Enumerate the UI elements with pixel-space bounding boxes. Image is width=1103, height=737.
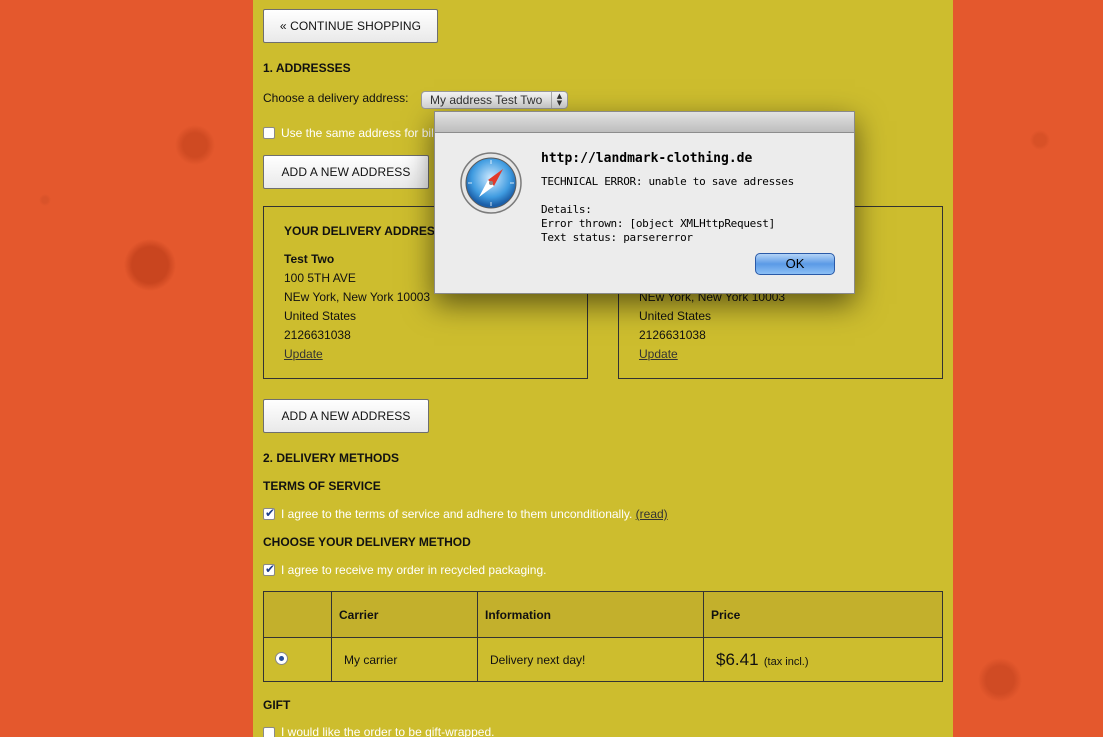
carrier-price-cell: $6.41 (tax incl.) (703, 637, 943, 682)
add-address-button-2[interactable]: ADD A NEW ADDRESS (263, 399, 429, 433)
delivery-address-city: NEw York, New York 10003 (284, 290, 431, 304)
terms-read-link[interactable]: (read) (636, 507, 668, 521)
header-price: Price (703, 591, 943, 638)
header-select (263, 591, 332, 638)
delivery-methods-heading: 2. DELIVERY METHODS (263, 451, 400, 465)
delivery-address-phone: 2126631038 (284, 328, 351, 342)
carrier-table-header: Carrier Information Price (263, 591, 943, 638)
billing-address-phone: 2126631038 (639, 328, 706, 342)
recycled-checkbox[interactable] (263, 562, 275, 576)
carrier-price: $6.41 (716, 649, 759, 669)
error-alert-dialog: http://landmark-clothing.de TECHNICAL ER… (434, 111, 855, 294)
choose-address-label: Choose a delivery address: (263, 91, 409, 105)
delivery-address-select[interactable]: My address Test Two ▲ ▼ (421, 91, 568, 109)
dialog-error-thrown: Error thrown: [object XMLHttpRequest] (541, 217, 775, 230)
carrier-radio-cell[interactable] (263, 637, 332, 682)
dialog-titlebar (435, 112, 854, 133)
terms-heading: TERMS OF SERVICE (263, 479, 381, 493)
dialog-details-label: Details: (541, 203, 592, 216)
select-arrows-icon: ▲ ▼ (551, 92, 567, 108)
selected-address-value: My address Test Two (430, 93, 543, 107)
dialog-text-status: Text status: parsererror (541, 231, 693, 244)
billing-address-country: United States (639, 309, 712, 323)
delivery-address-name: Test Two (284, 252, 335, 266)
continue-shopping-button[interactable]: « CONTINUE SHOPPING (263, 9, 438, 43)
ok-button[interactable]: OK (755, 253, 835, 275)
carrier-table: Carrier Information Price My carrier Del… (263, 591, 943, 682)
same-address-checkbox[interactable] (263, 127, 275, 139)
gift-label: I would like the order to be gift-wrappe… (281, 725, 495, 737)
addresses-heading: 1. ADDRESSES (263, 61, 351, 75)
carrier-information: Delivery next day! (477, 637, 704, 682)
dialog-error: TECHNICAL ERROR: unable to save adresses (541, 175, 794, 188)
delivery-method-heading: CHOOSE YOUR DELIVERY METHOD (263, 535, 471, 549)
delivery-address-title: YOUR DELIVERY ADDRESS (284, 224, 443, 238)
same-address-label: Use the same address for billing. (281, 126, 456, 140)
delivery-address-update-link[interactable]: Update (284, 347, 323, 361)
table-row: My carrier Delivery next day! $6.41 (tax… (263, 637, 943, 682)
recycled-label: I agree to receive my order in recycled … (281, 563, 547, 577)
gift-heading: GIFT (263, 698, 291, 712)
billing-address-update-link[interactable]: Update (639, 347, 678, 361)
gift-checkbox[interactable] (263, 727, 275, 737)
dialog-host: http://landmark-clothing.de (541, 151, 753, 166)
safari-compass-icon (460, 152, 522, 214)
delivery-address-street: 100 5TH AVE (284, 271, 356, 285)
terms-checkbox[interactable] (263, 506, 275, 520)
terms-text: I agree to the terms of service and adhe… (281, 507, 668, 521)
delivery-address-country: United States (284, 309, 357, 323)
header-information: Information (477, 591, 704, 638)
carrier-name: My carrier (331, 637, 478, 682)
carrier-radio[interactable] (275, 651, 288, 665)
header-carrier: Carrier (331, 591, 478, 638)
carrier-tax: (tax incl.) (763, 655, 809, 668)
terms-label: I agree to the terms of service and adhe… (281, 507, 633, 521)
add-address-button[interactable]: ADD A NEW ADDRESS (263, 155, 429, 189)
